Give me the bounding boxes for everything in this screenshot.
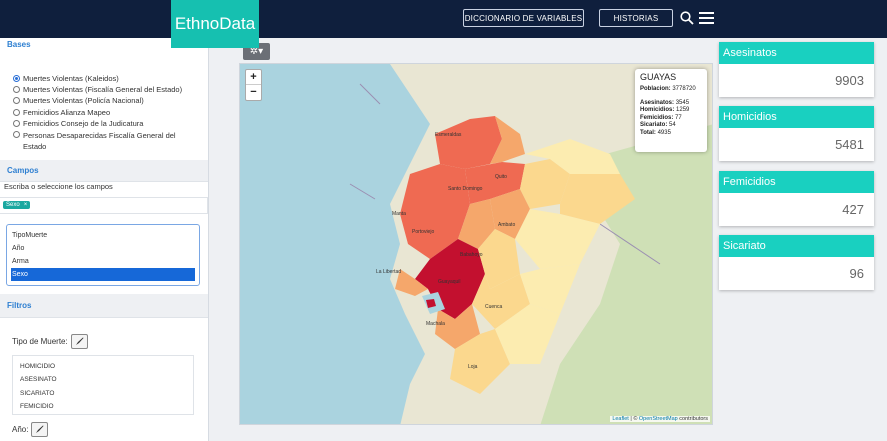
city-label: Guayaquil	[438, 279, 461, 285]
info-row: Homicidios: 1259	[640, 107, 690, 113]
death-type-option[interactable]: SICARIATO	[20, 387, 186, 401]
brush-button[interactable]	[70, 333, 88, 349]
dictionary-button[interactable]: DICCIONARIO DE VARIABLES	[463, 9, 584, 27]
left-sidebar: Bases Muertes Violentas (Kaleidos) Muert…	[0, 38, 209, 441]
stat-card-title: Homicidios	[719, 106, 874, 128]
brush-icon	[36, 425, 44, 433]
city-label: Machala	[426, 321, 445, 327]
filters-title: Filtros	[7, 300, 32, 310]
death-type-option[interactable]: FEMICIDIO	[20, 400, 186, 414]
filters-section-header: Filtros	[0, 293, 208, 318]
bases-title: Bases	[7, 40, 31, 49]
stat-card-sicariato: Sicariato 96	[719, 235, 874, 290]
radio-icon[interactable]	[13, 97, 20, 105]
fields-section-header: Campos	[0, 159, 208, 182]
city-label: Cuenca	[485, 304, 503, 310]
hamburger-menu-icon[interactable]	[699, 12, 714, 24]
app-logo[interactable]: EthnoData	[171, 0, 259, 48]
base-option[interactable]: Femicidios Consejo de la Judicatura	[13, 119, 208, 130]
stat-card-value: 5481	[835, 137, 864, 152]
radio-icon[interactable]	[13, 108, 20, 116]
city-label: La Libertad	[376, 269, 402, 275]
fields-title: Campos	[7, 165, 39, 175]
zoom-out-button[interactable]: −	[246, 85, 261, 100]
tag-remove-icon[interactable]: ×	[24, 202, 28, 208]
stat-card-title: Asesinatos	[719, 42, 874, 64]
city-label: Santo Domingo	[448, 186, 483, 192]
radio-icon[interactable]	[13, 86, 20, 94]
city-label: Quito	[495, 174, 507, 180]
radio-icon[interactable]	[13, 119, 20, 127]
base-option[interactable]: Muertes Violentas (Fiscalía General del …	[13, 85, 208, 96]
choropleth-map[interactable]: Esmeraldas Quito Manta Portoviejo Guayaq…	[239, 63, 713, 425]
base-option[interactable]: Muertes Violentas (Kaleidos)	[13, 74, 208, 85]
base-option[interactable]: Personas Desaparecidas Fiscalía General …	[13, 130, 208, 152]
year-label: Año:	[12, 424, 29, 434]
leaflet-link[interactable]: Leaflet	[612, 416, 629, 422]
info-title: GUAYAS	[640, 72, 677, 82]
city-label: Loja	[468, 364, 478, 370]
stat-card-title: Sicariato	[719, 235, 874, 257]
field-option[interactable]: Año	[11, 242, 195, 255]
selected-field-tag[interactable]: Sexo ×	[3, 200, 31, 209]
death-type-option[interactable]: HOMICIDIO	[20, 360, 186, 374]
search-icon[interactable]	[680, 11, 694, 25]
radio-selected-icon[interactable]	[13, 75, 20, 82]
bases-radio-list: Muertes Violentas (Kaleidos) Muertes Vio…	[0, 38, 208, 152]
death-type-filter: Tipo de Muerte:	[12, 333, 208, 349]
stories-button[interactable]: HISTORIAS	[599, 9, 673, 27]
city-label: Esmeraldas	[435, 132, 462, 138]
city-label: Portoviejo	[412, 229, 435, 235]
city-label: Ambato	[498, 222, 516, 228]
base-option[interactable]: Femicidios Alianza Mapeo	[13, 108, 208, 119]
osm-link[interactable]: OpenStreetMap	[639, 416, 678, 422]
base-option[interactable]: Muertes Violentas (Policía Nacional)	[13, 96, 208, 107]
field-option[interactable]: Arma	[11, 255, 195, 268]
stat-card-value: 427	[842, 202, 864, 217]
stat-card-value: 96	[849, 266, 864, 281]
zoom-in-button[interactable]: +	[246, 70, 261, 85]
field-option-selected[interactable]: Sexo	[11, 267, 195, 281]
stat-card-homicidios: Homicidios 5481	[719, 106, 874, 161]
city-label: Manta	[392, 211, 406, 217]
stat-card-value: 9903	[835, 73, 864, 88]
info-row: Sicariato: 54	[640, 122, 676, 128]
zoom-control: + −	[245, 69, 262, 101]
fields-hint: Escriba o seleccione los campos	[4, 181, 113, 191]
death-type-listbox[interactable]: HOMICIDIO ASESINATO SICARIATO FEMICIDIO	[12, 354, 194, 415]
death-type-label: Tipo de Muerte:	[12, 336, 68, 346]
info-row: Femicidios: 77	[640, 114, 682, 121]
brush-button[interactable]	[31, 421, 49, 437]
death-type-option[interactable]: ASESINATO	[20, 373, 186, 387]
province-info-panel: GUAYAS Poblacion: 3778720 Asesinatos: 35…	[635, 69, 707, 152]
stat-card-title: Femicidios	[719, 171, 874, 193]
info-row: Total: 4935	[640, 129, 671, 136]
stat-card-asesinatos: Asesinatos 9903	[719, 42, 874, 97]
field-option[interactable]: TipoMuerte	[11, 229, 195, 242]
year-filter: Año:	[12, 421, 208, 437]
info-row: Asesinatos: 3545	[640, 99, 690, 106]
info-population: Poblacion: 3778720	[640, 86, 696, 92]
brush-icon	[75, 337, 84, 345]
fields-tag-input[interactable]: Sexo ×	[0, 196, 208, 214]
fields-listbox[interactable]: TipoMuerte Año Arma Sexo	[6, 223, 200, 286]
top-navbar: DICCIONARIO DE VARIABLES HISTORIAS	[0, 0, 887, 38]
radio-icon[interactable]	[13, 130, 20, 138]
city-label: Babahoyo	[460, 252, 483, 258]
stat-card-femicidios: Femicidios 427	[719, 171, 874, 226]
map-attribution: Leaflet | © OpenStreetMap contributors	[610, 416, 710, 422]
